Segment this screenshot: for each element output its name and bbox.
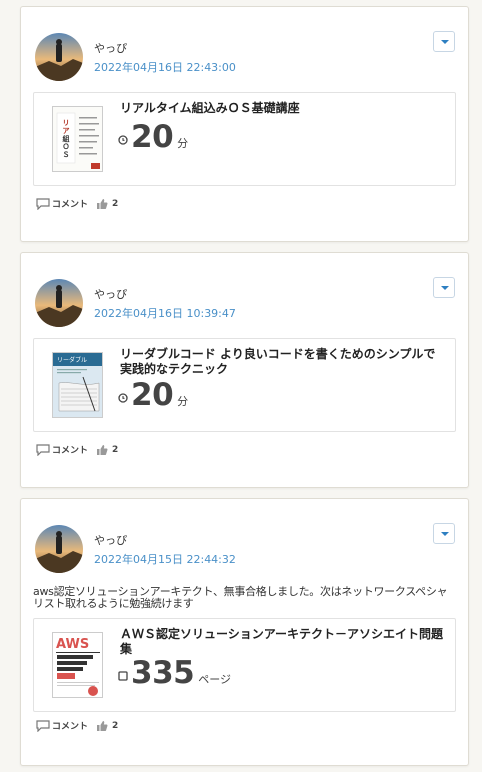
svg-text:組: 組 — [63, 134, 70, 143]
dropdown-button[interactable] — [433, 523, 455, 544]
cover-title: AWS — [56, 637, 89, 652]
stat-unit: 分 — [177, 395, 189, 408]
comment-link[interactable]: コメント — [52, 443, 88, 456]
post-actions: コメント 2 — [36, 443, 118, 456]
like-count: 2 — [112, 444, 119, 455]
post-actions: コメント 2 — [36, 719, 118, 732]
post-date[interactable]: 2022年04月15日 22:44:32 — [94, 551, 236, 567]
book-card[interactable]: AWS ＡＷＳ認定ソリューションアーキテクト－アソシエイト問題集 335 ページ — [33, 618, 456, 712]
avatar[interactable] — [35, 525, 83, 573]
reading-stat: 20 分 — [118, 377, 188, 413]
comment-icon[interactable] — [36, 443, 50, 456]
avatar[interactable] — [35, 279, 83, 327]
comment-link[interactable]: コメント — [52, 197, 88, 210]
book-cover[interactable]: リア組ＯＳ — [52, 106, 103, 172]
thumbs-up-icon[interactable] — [96, 444, 108, 456]
stat-value: 20 — [131, 119, 174, 155]
comment-icon[interactable] — [36, 719, 50, 732]
dropdown-button[interactable] — [433, 31, 455, 52]
username[interactable]: やっぴ — [94, 40, 127, 56]
thumbs-up-icon[interactable] — [96, 198, 108, 210]
svg-text:ア: ア — [63, 127, 70, 135]
book-title[interactable]: リーダブルコード より良いコードを書くためのシンプルで実践的なテクニック — [120, 347, 445, 377]
book-title[interactable]: リアルタイム組込みＯＳ基礎講座 — [120, 101, 445, 116]
clock-icon — [118, 135, 128, 145]
post-actions: コメント 2 — [36, 197, 118, 210]
book-cover[interactable]: リーダブル — [52, 352, 103, 418]
stat-unit: 分 — [177, 137, 189, 150]
stat-unit: ページ — [198, 673, 231, 686]
reading-stat: 20 分 — [118, 119, 188, 155]
avatar[interactable] — [35, 33, 83, 81]
thumbs-up-icon[interactable] — [96, 720, 108, 732]
svg-text:Ｓ: Ｓ — [63, 150, 70, 159]
svg-text:Ｏ: Ｏ — [63, 142, 70, 151]
book-title[interactable]: ＡＷＳ認定ソリューションアーキテクト－アソシエイト問題集 — [120, 627, 445, 657]
stat-value: 20 — [131, 377, 174, 413]
post-date[interactable]: 2022年04月16日 22:43:00 — [94, 59, 236, 75]
username[interactable]: やっぴ — [94, 286, 127, 302]
like-count: 2 — [112, 720, 119, 731]
post-card: やっぴ 2022年04月16日 10:39:47 リーダブル リーダブルコード … — [20, 252, 469, 488]
dropdown-button[interactable] — [433, 277, 455, 298]
post-card: やっぴ 2022年04月16日 22:43:00 リア組ＯＳ リアルタイム組込み… — [20, 6, 469, 242]
svg-text:リーダブル: リーダブル — [57, 356, 87, 364]
stat-value: 335 — [131, 655, 195, 691]
like-count: 2 — [112, 198, 119, 209]
post-date[interactable]: 2022年04月16日 10:39:47 — [94, 305, 236, 321]
book-card[interactable]: リア組ＯＳ リアルタイム組込みＯＳ基礎講座 20 分 — [33, 92, 456, 186]
reading-stat: 335 ページ — [118, 655, 231, 691]
book-card[interactable]: リーダブル リーダブルコード より良いコードを書くためのシンプルで実践的なテクニ… — [33, 338, 456, 432]
comment-link[interactable]: コメント — [52, 719, 88, 732]
book-cover[interactable]: AWS — [52, 632, 103, 698]
username[interactable]: やっぴ — [94, 532, 127, 548]
clock-icon — [118, 393, 128, 403]
page-icon — [118, 671, 128, 681]
post-text: aws認定ソリューションアーキテクト、無事合格しました。次はネットワークスペシャ… — [33, 585, 448, 610]
post-card: やっぴ 2022年04月15日 22:44:32 aws認定ソリューションアーキ… — [20, 498, 469, 766]
svg-text:リ: リ — [63, 119, 70, 127]
comment-icon[interactable] — [36, 197, 50, 210]
